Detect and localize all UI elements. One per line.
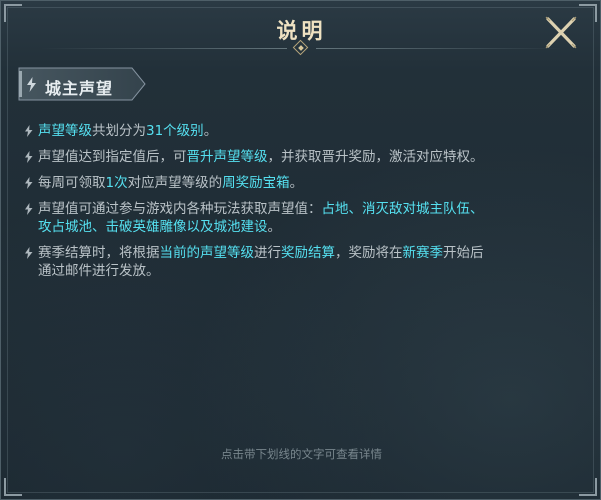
highlight-text: 新赛季	[402, 245, 444, 261]
title-divider-right	[316, 48, 562, 49]
close-x-icon	[545, 16, 577, 49]
lightning-bullet-icon	[25, 177, 33, 189]
description-list: 声望等级共划分为31个级别。 声望值达到指定值后，可晋升声望等级，并获取晋升奖励，…	[23, 122, 583, 288]
close-button[interactable]	[541, 13, 581, 53]
list-item: 声望值达到指定值后，可晋升声望等级，并获取晋升奖励，激活对应特权。	[23, 148, 583, 166]
highlight-text: 声望等级	[38, 123, 92, 139]
body-text: ，并获取晋升奖励，激活对应特权。	[267, 149, 484, 165]
highlight-text: 占地、消灭敌对城主队伍、	[321, 201, 484, 217]
lightning-bullet-icon	[25, 203, 33, 215]
body-text: 。	[289, 175, 304, 191]
dialog-panel: 说明 城主声望 声望等级共划分为31个级别。 声望值达到指定值后，可晋升声望等级，…	[0, 0, 601, 500]
body-text: 赛季结算时，将根据	[38, 245, 160, 261]
list-item: 声望等级共划分为31个级别。	[23, 122, 583, 140]
body-text: 开始后	[443, 245, 484, 261]
lightning-bullet-icon	[25, 151, 33, 163]
highlight-text: 奖励结算	[281, 245, 335, 261]
body-text: 进行	[254, 245, 281, 261]
highlight-text: 当前的声望等级	[159, 245, 255, 261]
body-text: 对应声望等级的	[127, 175, 223, 191]
list-item: 声望值可通过参与游戏内各种玩法获取声望值：占地、消灭敌对城主队伍、攻占城池、击破…	[23, 200, 583, 236]
section-tag-label: 城主声望	[45, 79, 114, 98]
body-text: 通过邮件进行发放。	[38, 263, 160, 279]
highlight-text: 攻占城池、击破英雄雕像以及城池建设	[38, 219, 268, 235]
title-divider-left	[41, 48, 287, 49]
body-text: 每周可领取	[38, 175, 106, 191]
highlight-text: 晋升声望等级	[186, 149, 268, 165]
highlight-text: 1次	[105, 175, 128, 191]
body-text: ，奖励将在	[335, 245, 403, 261]
body-text: 共划分为	[92, 123, 146, 139]
lightning-bullet-icon	[25, 125, 33, 137]
body-text: 。	[203, 123, 218, 139]
list-item: 赛季结算时，将根据当前的声望等级进行奖励结算，奖励将在新赛季开始后通过邮件进行发…	[23, 244, 583, 280]
lightning-icon	[27, 77, 36, 92]
lightning-bullet-icon	[25, 247, 33, 259]
highlight-text: 周奖励宝箱	[222, 175, 290, 191]
body-text: 声望值可通过参与游戏内各种玩法获取声望值：	[38, 201, 322, 217]
body-text: 。	[267, 219, 282, 235]
highlight-text: 31个级别	[146, 123, 204, 139]
body-text: 声望值达到指定值后，可	[38, 149, 187, 165]
corner-ornament	[4, 478, 22, 496]
corner-ornament	[579, 478, 597, 496]
footer-hint: 点击带下划线的文字可查看详情	[221, 447, 382, 461]
list-item: 每周可领取1次对应声望等级的周奖励宝箱。	[23, 174, 583, 192]
